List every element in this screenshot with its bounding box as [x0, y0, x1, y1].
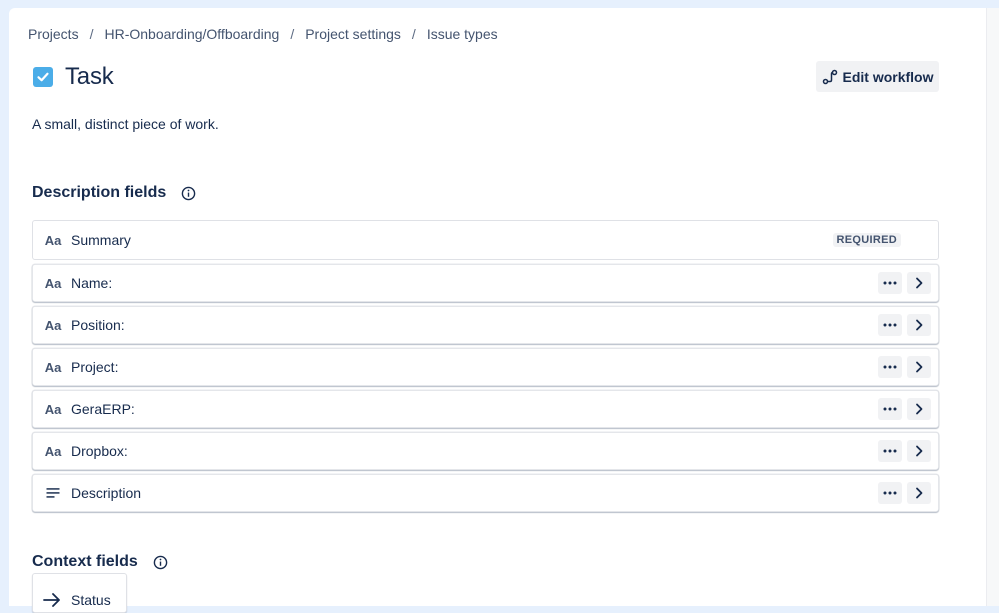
more-options-button[interactable] [878, 272, 902, 294]
more-options-button[interactable] [878, 440, 902, 462]
checkbox-icon [33, 67, 53, 87]
chevron-right-icon [916, 277, 923, 289]
chevron-right-icon [916, 319, 923, 331]
breadcrumb-issue-types[interactable]: Issue types [427, 26, 498, 42]
more-icon [883, 407, 897, 411]
field-label: GeraERP: [71, 401, 135, 417]
field-label: Project: [71, 359, 119, 375]
info-icon[interactable] [181, 186, 196, 201]
expand-field-button[interactable] [907, 356, 931, 378]
chevron-right-icon [916, 403, 923, 415]
more-icon [883, 365, 897, 369]
field-geraerp[interactable]: Aa GeraERP: [32, 390, 939, 428]
page-title: Task [65, 63, 114, 90]
field-summary: Aa Summary REQUIRED [32, 220, 939, 260]
breadcrumb-project-settings[interactable]: Project settings [305, 26, 401, 42]
issue-type-description: A small, distinct piece of work. [32, 116, 219, 132]
field-label: Name: [71, 275, 113, 291]
field-dropbox[interactable]: Aa Dropbox: [32, 432, 939, 470]
right-panel-edge [986, 8, 999, 606]
chevron-right-icon [916, 361, 923, 373]
field-label: Dropbox: [71, 443, 128, 459]
text-field-icon: Aa [44, 275, 62, 291]
description-fields-title: Description fields [32, 184, 167, 201]
chevron-right-icon [916, 487, 923, 499]
breadcrumb-projects[interactable]: Projects [28, 26, 79, 42]
breadcrumb-project[interactable]: HR-Onboarding/Offboarding [104, 26, 279, 42]
breadcrumb-separator: / [411, 26, 416, 42]
field-label: Summary [71, 232, 131, 248]
edit-workflow-label: Edit workflow [842, 68, 934, 85]
issue-type-header: Task [33, 63, 114, 91]
text-field-icon: Aa [44, 443, 62, 459]
context-fields-title: Context fields [32, 553, 138, 570]
text-field-icon: Aa [44, 232, 62, 248]
text-field-icon: Aa [44, 317, 62, 333]
text-field-icon: Aa [44, 401, 62, 417]
expand-field-button[interactable] [907, 314, 931, 336]
edit-workflow-button[interactable]: Edit workflow [816, 61, 939, 92]
more-options-button[interactable] [878, 398, 902, 420]
field-label: Position: [71, 317, 125, 333]
arrow-right-icon [43, 593, 61, 607]
expand-field-button[interactable] [907, 272, 931, 294]
text-field-icon: Aa [44, 359, 62, 375]
more-icon [883, 281, 897, 285]
breadcrumb-separator: / [290, 26, 295, 42]
more-icon [883, 449, 897, 453]
more-options-button[interactable] [878, 356, 902, 378]
more-options-button[interactable] [878, 482, 902, 504]
field-label: Description [71, 485, 142, 501]
paragraph-icon [44, 487, 62, 499]
description-fields-heading: Description fields [32, 184, 196, 202]
breadcrumb-separator: / [89, 26, 94, 42]
field-name[interactable]: Aa Name: [32, 264, 939, 302]
context-field-status[interactable]: Status [32, 573, 127, 613]
field-description[interactable]: Description [32, 474, 939, 512]
required-badge: REQUIRED [832, 233, 901, 247]
workflow-icon [822, 69, 838, 85]
chevron-right-icon [916, 445, 923, 457]
more-icon [883, 491, 897, 495]
expand-field-button[interactable] [907, 482, 931, 504]
more-options-button[interactable] [878, 314, 902, 336]
field-project[interactable]: Aa Project: [32, 348, 939, 386]
expand-field-button[interactable] [907, 398, 931, 420]
more-icon [883, 323, 897, 327]
context-fields-heading: Context fields [32, 553, 168, 571]
expand-field-button[interactable] [907, 440, 931, 462]
breadcrumb: Projects / HR-Onboarding/Offboarding / P… [28, 26, 498, 42]
info-icon[interactable] [153, 555, 168, 570]
field-position[interactable]: Aa Position: [32, 306, 939, 344]
